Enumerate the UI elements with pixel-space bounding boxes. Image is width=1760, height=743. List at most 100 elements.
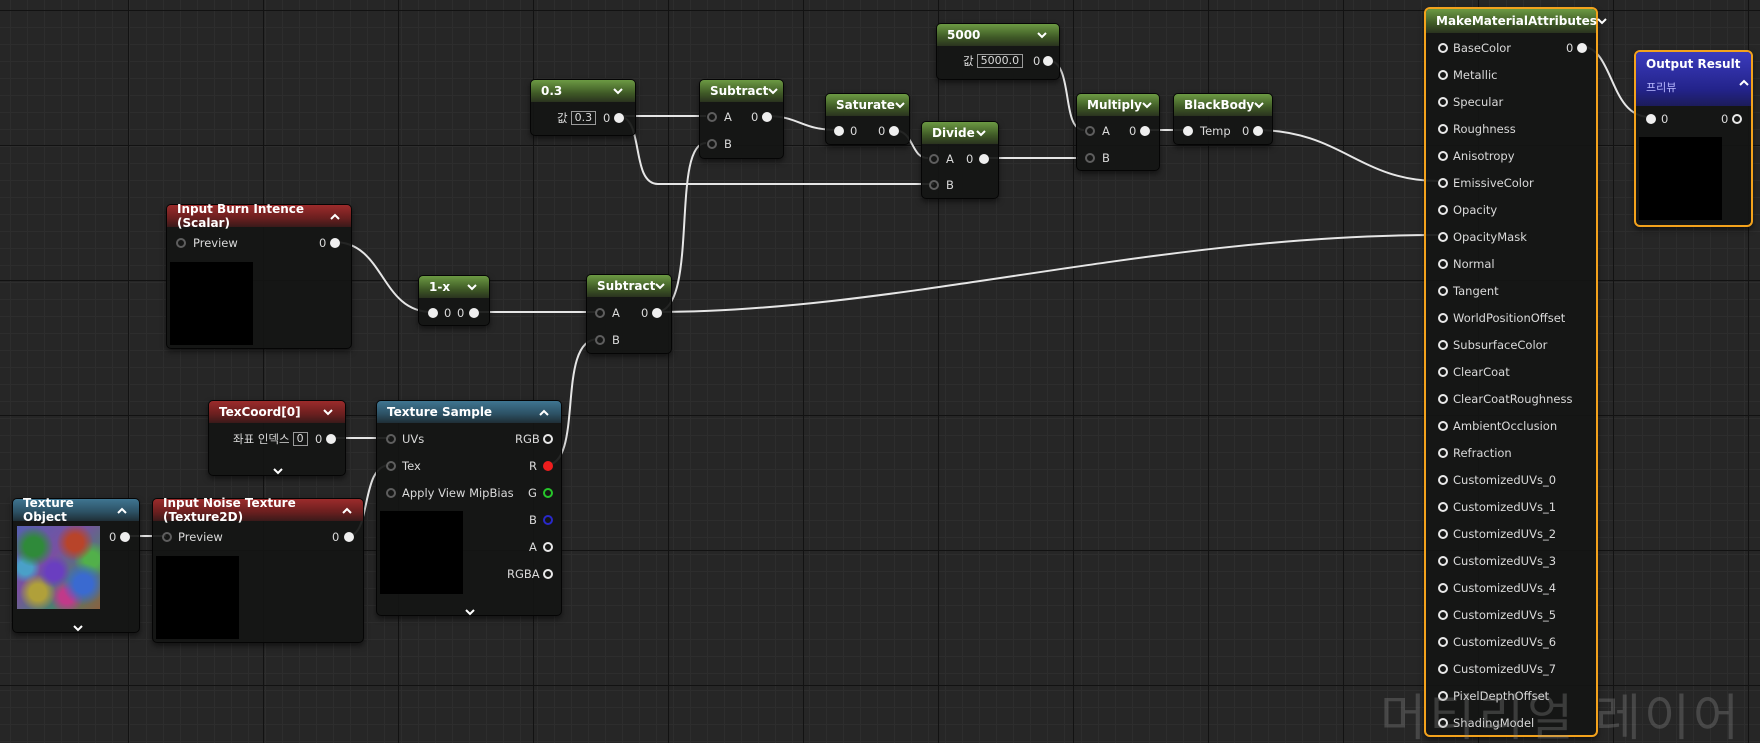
attribute-pin-clearcoat[interactable]: [1438, 367, 1448, 377]
multiply-node[interactable]: Multiply A 0 B: [1076, 93, 1160, 171]
subtract-node-middle[interactable]: Subtract A 0 B: [586, 274, 672, 354]
attribute-pin-worldpositionoffset[interactable]: [1438, 313, 1448, 323]
output-pin[interactable]: [979, 154, 989, 164]
b-pin[interactable]: [543, 515, 553, 525]
attribute-pin-basecolor[interactable]: [1438, 43, 1448, 53]
chevron-down-icon[interactable]: [768, 84, 779, 98]
output-pin[interactable]: [326, 434, 336, 444]
chevron-down-icon[interactable]: [1597, 14, 1607, 28]
a-pin[interactable]: [543, 542, 553, 552]
chevron-down-icon[interactable]: [611, 84, 625, 98]
input-pin-a[interactable]: [595, 308, 605, 318]
preview-pin[interactable]: [176, 238, 186, 248]
input-pin-b[interactable]: [595, 335, 605, 345]
output-pin[interactable]: [762, 112, 772, 122]
texcoord-node[interactable]: TexCoord[0] 좌표 인덱스 0 0: [208, 400, 346, 476]
output-pin[interactable]: [330, 238, 340, 248]
g-pin[interactable]: [543, 488, 553, 498]
output-pin[interactable]: [614, 113, 624, 123]
attribute-pin-ambientocclusion[interactable]: [1438, 421, 1448, 431]
input-pin-a[interactable]: [1085, 126, 1095, 136]
chevron-up-icon[interactable]: [341, 503, 353, 517]
attribute-pin-opacity[interactable]: [1438, 205, 1448, 215]
attribute-pin-emissivecolor[interactable]: [1438, 178, 1448, 188]
attribute-pin-customizeduvs_3[interactable]: [1438, 556, 1448, 566]
input-pin-a[interactable]: [929, 154, 939, 164]
input-pin-b[interactable]: [929, 180, 939, 190]
attribute-pin-metallic[interactable]: [1438, 70, 1448, 80]
chevron-down-icon[interactable]: [1254, 98, 1264, 112]
attribute-pin-anisotropy[interactable]: [1438, 151, 1448, 161]
chevron-up-icon[interactable]: [329, 209, 341, 223]
constant-0.3-node[interactable]: 0.3 값 0.3 0: [530, 79, 636, 136]
output-pin[interactable]: [1253, 126, 1263, 136]
texture-sample-node[interactable]: Texture Sample UVs RGB Tex R Apply View …: [376, 400, 562, 616]
attribute-pin-customizeduvs_7[interactable]: [1438, 664, 1448, 674]
input-pin-a[interactable]: [707, 112, 717, 122]
input-pin[interactable]: [428, 308, 438, 318]
attribute-pin-customizeduvs_5[interactable]: [1438, 610, 1448, 620]
output-pin[interactable]: [1140, 126, 1150, 136]
preview-pin[interactable]: [162, 532, 172, 542]
chevron-up-icon[interactable]: [116, 503, 129, 517]
input-pin[interactable]: [1646, 114, 1656, 124]
input-pin-b[interactable]: [1085, 153, 1095, 163]
chevron-down-icon[interactable]: [465, 601, 475, 616]
output-pin[interactable]: [1732, 114, 1742, 124]
r-pin[interactable]: [543, 461, 553, 471]
attribute-pin-normal[interactable]: [1438, 259, 1448, 269]
attribute-pin-customizeduvs_4[interactable]: [1438, 583, 1448, 593]
one-minus-node[interactable]: 1-x 0 0: [418, 275, 490, 326]
make-material-attributes-node[interactable]: MakeMaterialAttributes BaseColor Metallic…: [1424, 7, 1607, 737]
output-result-node[interactable]: Output Result 프리뷰 0 0: [1634, 50, 1753, 227]
coordinate-index-field[interactable]: 0: [292, 432, 308, 446]
output-pin[interactable]: [344, 532, 354, 542]
output-pin[interactable]: [120, 532, 130, 542]
attribute-pin-subsurfacecolor[interactable]: [1438, 340, 1448, 350]
uvs-pin[interactable]: [386, 434, 396, 444]
divide-node[interactable]: Divide A 0 B: [921, 121, 999, 199]
texture-object-node[interactable]: Texture Object 0: [12, 496, 140, 633]
mip-bias-pin[interactable]: [386, 488, 396, 498]
chevron-down-icon[interactable]: [321, 405, 335, 419]
chevron-up-icon[interactable]: [1739, 71, 1749, 86]
output-pin[interactable]: [1577, 43, 1587, 53]
attribute-pin-clearcoatroughness[interactable]: [1438, 394, 1448, 404]
chevron-down-icon[interactable]: [1142, 98, 1152, 112]
input-pin-temp[interactable]: [1183, 126, 1193, 136]
attribute-pin-customizeduvs_0[interactable]: [1438, 475, 1448, 485]
chevron-down-icon[interactable]: [895, 98, 905, 112]
chevron-up-icon[interactable]: [537, 405, 551, 419]
saturate-node[interactable]: Saturate 0 0: [825, 93, 910, 145]
chevron-down-icon[interactable]: [273, 460, 283, 475]
chevron-down-icon[interactable]: [73, 617, 83, 632]
subtract-node-top[interactable]: Subtract A 0 B: [699, 79, 784, 159]
attribute-pin-customizeduvs_1[interactable]: [1438, 502, 1448, 512]
chevron-down-icon[interactable]: [465, 280, 479, 294]
input-burn-intence-node[interactable]: Input Burn Intence (Scalar) Preview 0: [166, 202, 352, 349]
input-noise-texture-node[interactable]: Input Noise Texture (Texture2D) Preview …: [152, 496, 364, 643]
blackbody-node[interactable]: BlackBody Temp 0: [1173, 93, 1273, 145]
chevron-down-icon[interactable]: [975, 126, 988, 140]
value-field[interactable]: 5000.0: [976, 54, 1024, 68]
attribute-pin-customizeduvs_6[interactable]: [1438, 637, 1448, 647]
attribute-pin-customizeduvs_2[interactable]: [1438, 529, 1448, 539]
chevron-down-icon[interactable]: [1035, 28, 1049, 42]
rgba-pin[interactable]: [543, 569, 553, 579]
value-field[interactable]: 0.3: [570, 111, 597, 125]
attribute-pin-specular[interactable]: [1438, 97, 1448, 107]
attribute-pin-opacitymask[interactable]: [1438, 232, 1448, 242]
output-pin[interactable]: [1043, 56, 1053, 66]
attribute-pin-refraction[interactable]: [1438, 448, 1448, 458]
tex-pin[interactable]: [386, 461, 396, 471]
attribute-pin-roughness[interactable]: [1438, 124, 1448, 134]
input-pin[interactable]: [834, 126, 844, 136]
output-pin[interactable]: [652, 308, 662, 318]
input-pin-b[interactable]: [707, 139, 717, 149]
constant-5000-node[interactable]: 5000 값 5000.0 0: [936, 23, 1060, 80]
rgb-pin[interactable]: [543, 434, 553, 444]
output-pin[interactable]: [469, 308, 479, 318]
output-pin[interactable]: [889, 126, 899, 136]
chevron-down-icon[interactable]: [655, 279, 666, 293]
attribute-pin-tangent[interactable]: [1438, 286, 1448, 296]
